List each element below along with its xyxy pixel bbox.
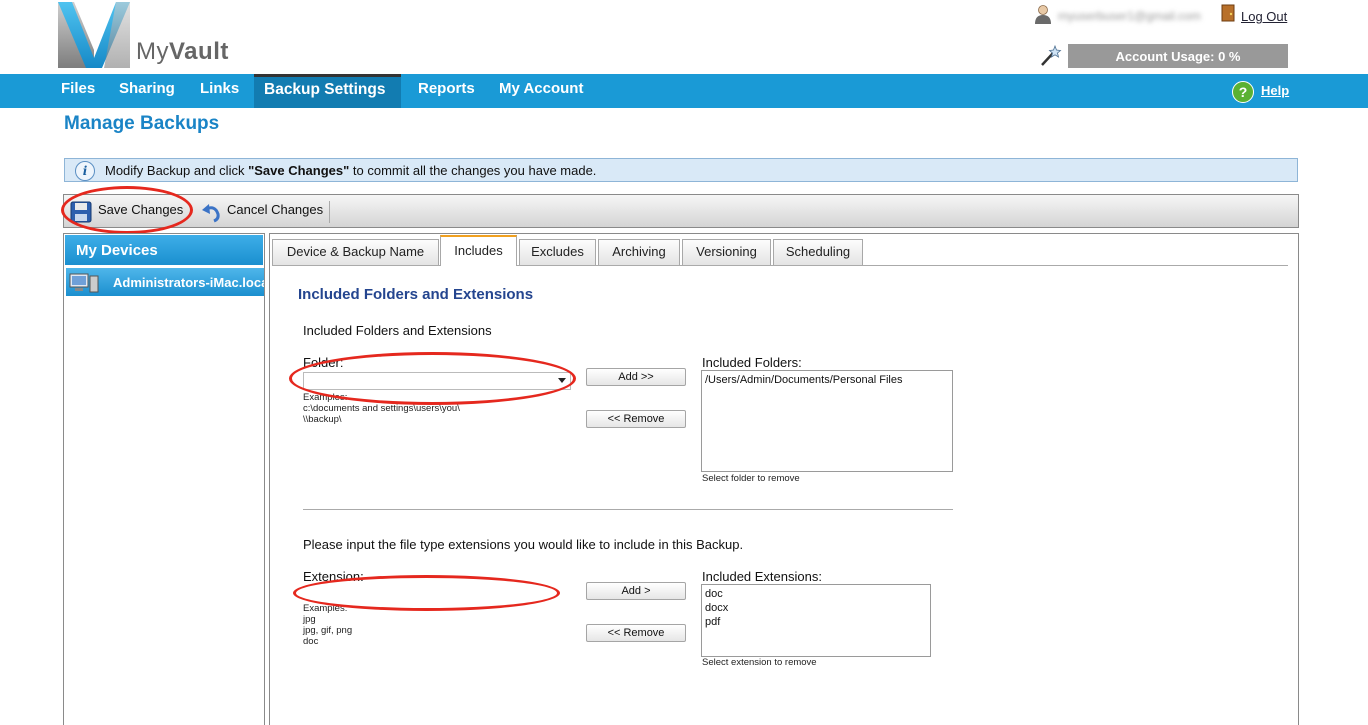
user-icon	[1035, 5, 1051, 24]
folder-example: c:\documents and settings\users\you\	[303, 403, 460, 414]
tab-scheduling[interactable]: Scheduling	[773, 239, 863, 266]
main-nav: Files Sharing Links Backup Settings Repo…	[0, 74, 1368, 108]
toolbar-separator	[329, 201, 330, 223]
help-icon[interactable]: ?	[1232, 81, 1254, 103]
save-changes-button[interactable]: Save Changes	[98, 202, 183, 217]
folder-label: Folder:	[303, 355, 344, 370]
nav-sharing[interactable]: Sharing	[119, 80, 175, 97]
tab-excludes[interactable]: Excludes	[519, 239, 596, 266]
nav-my-account[interactable]: My Account	[499, 80, 583, 97]
section-subtitle: Included Folders and Extensions	[303, 323, 492, 338]
tab-versioning[interactable]: Versioning	[682, 239, 771, 266]
myvault-logo-text: MyVault	[136, 38, 229, 65]
sidebar-device-item[interactable]: Administrators-iMac.local	[66, 268, 264, 296]
extension-examples: Examples: jpg jpg, gif, png doc	[303, 603, 352, 647]
nav-backup-settings[interactable]: Backup Settings	[264, 81, 385, 99]
info-icon: i	[75, 161, 95, 181]
add-folder-button[interactable]: Add >>	[586, 368, 686, 386]
included-folders-label: Included Folders:	[702, 355, 802, 370]
tab-includes[interactable]: Includes	[440, 235, 517, 266]
list-item[interactable]: docx	[705, 601, 927, 615]
device-label: Administrators-iMac.local	[113, 275, 264, 290]
save-disk-icon[interactable]	[70, 201, 92, 223]
extension-hint: Select extension to remove	[702, 657, 817, 668]
magic-wand-icon	[1041, 44, 1062, 66]
info-banner: i Modify Backup and click "Save Changes"…	[64, 158, 1298, 182]
folder-examples: Examples: c:\documents and settings\user…	[303, 392, 460, 425]
cancel-changes-button[interactable]: Cancel Changes	[227, 202, 323, 217]
logout-door-icon[interactable]	[1221, 4, 1235, 22]
extension-example: jpg	[303, 614, 316, 625]
page-title: Manage Backups	[64, 113, 220, 134]
remove-folder-button[interactable]: << Remove	[586, 410, 686, 428]
folder-hint: Select folder to remove	[702, 473, 800, 484]
included-extensions-label: Included Extensions:	[702, 569, 822, 584]
user-email: myuserbuser1@gmail.com	[1058, 9, 1201, 23]
add-extension-button[interactable]: Add >	[586, 582, 686, 600]
folder-example: \\backup\	[303, 414, 342, 425]
list-item[interactable]: pdf	[705, 615, 927, 629]
undo-arrow-icon[interactable]	[200, 201, 222, 223]
logout-link[interactable]: Log Out	[1241, 9, 1287, 24]
extension-example: doc	[303, 636, 319, 647]
included-extensions-list[interactable]: doc docx pdf	[701, 584, 931, 657]
nav-links[interactable]: Links	[200, 80, 239, 97]
dropdown-arrow-icon[interactable]	[558, 378, 566, 383]
myvault-logo-icon	[58, 2, 130, 68]
folder-input[interactable]	[303, 372, 571, 390]
sidebar-header: My Devices	[65, 235, 263, 265]
info-text: Modify Backup and click "Save Changes" t…	[105, 163, 597, 178]
section-divider	[303, 509, 953, 510]
included-folders-list[interactable]: /Users/Admin/Documents/Personal Files	[701, 370, 953, 472]
tab-device-backup-name[interactable]: Device & Backup Name	[272, 239, 439, 266]
remove-extension-button[interactable]: << Remove	[586, 624, 686, 642]
toolbar: Save Changes Cancel Changes	[63, 194, 1299, 228]
tab-underline-right	[517, 265, 1288, 266]
list-item[interactable]: doc	[705, 587, 927, 601]
tab-archiving[interactable]: Archiving	[598, 239, 680, 266]
extension-input[interactable]	[303, 585, 553, 603]
nav-reports[interactable]: Reports	[418, 80, 475, 97]
extension-examples-label: Examples:	[303, 603, 348, 614]
extension-prompt: Please input the file type extensions yo…	[303, 537, 744, 552]
folder-examples-label: Examples:	[303, 392, 348, 403]
help-link[interactable]: Help	[1261, 83, 1289, 98]
nav-files[interactable]: Files	[61, 80, 95, 97]
extension-label: Extension:	[303, 569, 364, 584]
computer-icon	[69, 273, 99, 293]
extension-example: jpg, gif, png	[303, 625, 353, 636]
devices-sidebar: My Devices Administrators-iMac.local	[63, 233, 265, 725]
section-title: Included Folders and Extensions	[298, 286, 534, 303]
list-item[interactable]: /Users/Admin/Documents/Personal Files	[705, 373, 949, 387]
tab-underline-left	[272, 265, 440, 266]
account-usage-bar: Account Usage: 0 %	[1068, 44, 1288, 68]
